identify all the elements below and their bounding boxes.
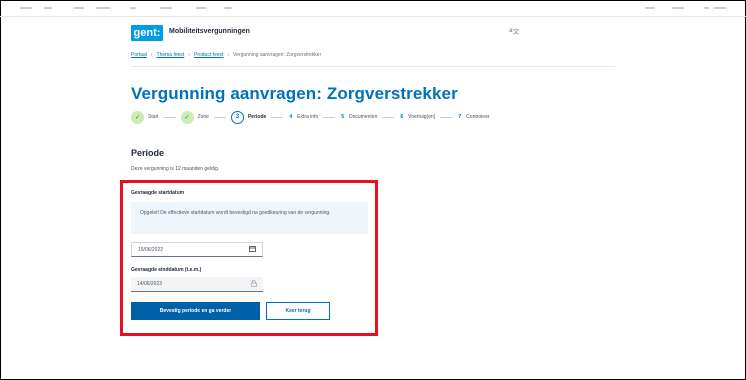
breadcrumb-link[interactable]: Portaal [131,52,147,58]
step-connector [382,116,395,118]
breadcrumb-separator: › [150,52,153,58]
lock-icon [251,279,257,289]
page-title: Vergunning aanvragen: Zorgverstrekker [131,84,458,103]
end-date-label: Gevraagde einddatum (t.e.m.) [131,267,202,273]
step-label: Extra info [297,114,319,120]
step-5: 5 Documenten [340,114,377,120]
step-6: 6 Voertuig(en) [399,114,435,120]
step-connector [271,116,284,118]
translate-icon[interactable]: a文 [509,26,519,37]
browser-top-strip [0,0,746,17]
start-date-input[interactable]: 15/06/2022 [131,242,263,257]
check-icon: ✓ [131,110,144,124]
back-button[interactable]: Keer terug [266,302,330,320]
step-1: ✓ Start [131,110,159,124]
step-label: Controleer [466,114,490,120]
step-number: 7 [458,114,462,120]
step-connector [323,116,336,118]
start-date-value: 15/06/2022 [138,246,164,253]
breadcrumb-current: Vergunning aanvragen: Zorgverstrekker [233,52,322,58]
step-label: Start [148,114,159,120]
step-connector [163,116,176,118]
step-number: 6 [400,114,404,120]
breadcrumb-separator: › [227,52,230,58]
step-connector [213,116,226,118]
validity-text: Deze vergunning is 12 maanden geldig. [131,166,220,172]
header-divider [131,66,615,67]
breadcrumb: Portaal › Thema feest › Product feest › Vergun… [131,52,321,58]
gent-logo[interactable]: gent: [131,25,163,41]
step-label: Voertuig(en) [408,114,436,120]
svg-text:文: 文 [513,28,519,35]
step-number: 5 [341,114,344,120]
section-title: Periode [131,148,165,158]
confirm-period-button[interactable]: Bevestig periode en ga verder [131,302,260,320]
step-2: ✓ Zone [180,110,209,124]
step-4: 4 Extra info [288,114,318,120]
check-icon: ✓ [180,110,194,124]
site-header: gent: Mobiliteitsvergunningen a文 [131,25,615,45]
step-number: 4 [289,114,293,120]
step-7: 7 Controleer [457,114,489,120]
progress-stepper: ✓ Start ✓ Zone 3 Periode 4 Extra info 5 Documente… [131,110,490,124]
breadcrumb-separator: › [188,52,190,58]
step-label: Documenten [349,114,378,120]
step-label: Zone [197,114,209,120]
step-3: 3 Periode [230,110,267,124]
breadcrumb-link[interactable]: Product feest [194,52,223,58]
info-box: Opgelet! De effectieve startdatum wordt … [131,202,368,234]
step-label: Periode [247,114,267,120]
breadcrumb-link[interactable]: Thema feest [157,52,185,58]
step-number: 3 [230,110,244,124]
calendar-icon[interactable] [249,245,256,254]
step-connector [440,116,453,118]
end-date-input: 14/06/2023 [131,277,263,292]
end-date-value: 14/06/2023 [137,281,163,287]
start-date-label: Gevraagde startdatum [131,190,185,196]
app-title: Mobiliteitsvergunningen [169,28,250,35]
